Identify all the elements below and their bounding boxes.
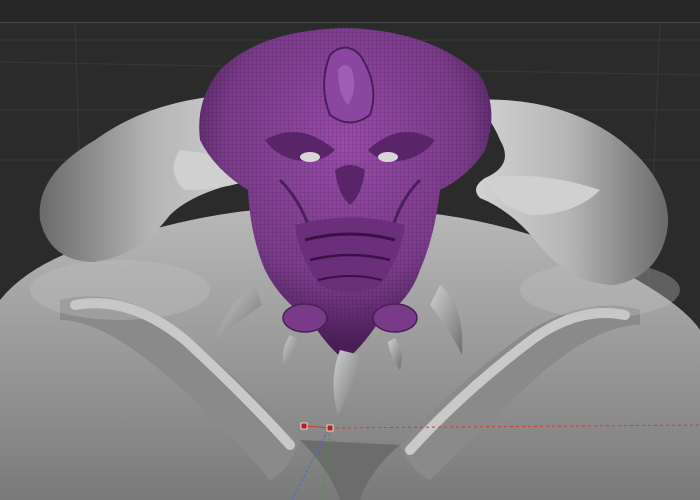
- viewport-canvas[interactable]: [0, 0, 700, 500]
- left-eye: [300, 152, 320, 162]
- pivot-marker-start[interactable]: [300, 422, 308, 430]
- pivot-marker-end[interactable]: [326, 424, 334, 432]
- right-eye: [378, 152, 398, 162]
- 3d-viewport[interactable]: [0, 0, 700, 500]
